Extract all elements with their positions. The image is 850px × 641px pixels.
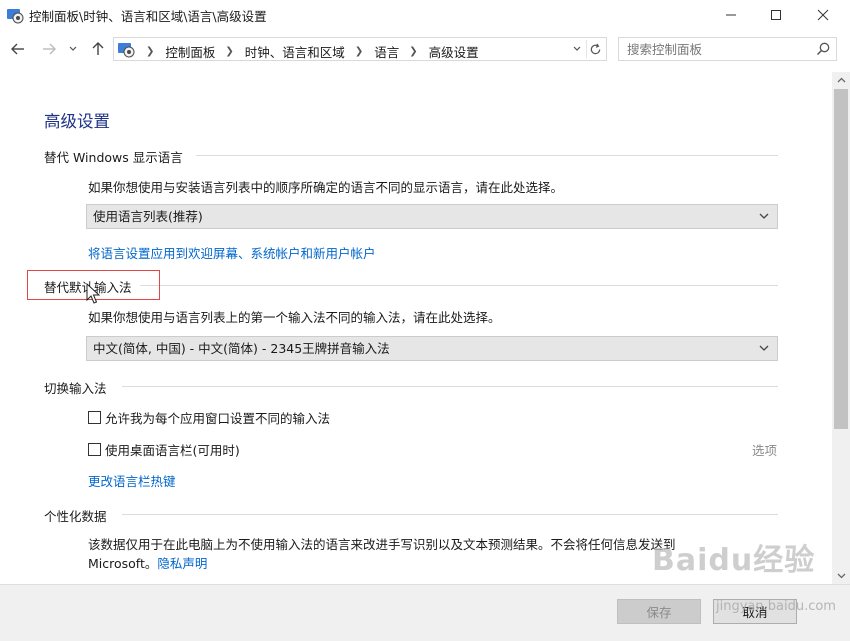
chevron-down-icon: [573, 46, 581, 51]
cancel-button[interactable]: 取消: [713, 599, 797, 624]
change-hotkeys-link[interactable]: 更改语言栏热键: [88, 471, 176, 490]
section-display-language: 替代 Windows 显示语言: [44, 150, 183, 165]
scroll-thumb[interactable]: [834, 89, 848, 429]
up-button[interactable]: [87, 38, 109, 60]
language-bar-label[interactable]: 使用桌面语言栏(可用时): [105, 440, 240, 459]
save-button[interactable]: 保存: [617, 599, 701, 624]
forward-button[interactable]: [38, 38, 60, 60]
per-app-input-checkbox[interactable]: [88, 411, 101, 424]
section-divider: [122, 386, 778, 387]
minimize-button[interactable]: [708, 0, 754, 30]
chevron-up-icon: [837, 77, 845, 83]
privacy-statement-link[interactable]: 隐私声明: [157, 556, 207, 571]
vertical-scrollbar[interactable]: [832, 72, 850, 584]
control-panel-icon: [7, 9, 24, 24]
chevron-right-icon[interactable]: ❯: [225, 46, 233, 57]
navigation-bar: ❯ 控制面板 ❯ 时钟、语言和区域 ❯ 语言 ❯ 高级设置: [0, 34, 850, 64]
chevron-down-icon: [837, 573, 845, 579]
language-bar-options-link[interactable]: 选项: [752, 440, 777, 459]
back-button[interactable]: [7, 38, 29, 60]
advanced-settings-panel: 高级设置 替代 Windows 显示语言 如果你想使用与安装语言列表中的顺序所确…: [0, 72, 832, 584]
page-title: 高级设置: [44, 112, 110, 131]
breadcrumb-language[interactable]: 语言: [374, 42, 399, 61]
dialog-footer: 保存 取消: [0, 584, 850, 641]
mouse-cursor-icon: [86, 283, 100, 304]
chevron-down-icon: [69, 46, 77, 51]
breadcrumb-clock-language-region[interactable]: 时钟、语言和区域: [245, 42, 345, 61]
minimize-icon: [726, 14, 736, 16]
refresh-icon: [590, 43, 601, 54]
display-language-description: 如果你想使用与安装语言列表中的顺序所确定的语言不同的显示语言，请在此处选择。: [88, 180, 564, 195]
title-bar: 控制面板\时钟、语言和区域\语言\高级设置: [0, 0, 850, 30]
maximize-icon: [771, 10, 781, 20]
per-app-input-label[interactable]: 允许我为每个应用窗口设置不同的输入法: [105, 408, 330, 427]
personalization-description-line2: Microsoft。隐私声明: [88, 553, 207, 572]
breadcrumb-advanced-settings[interactable]: 高级设置: [429, 42, 479, 61]
chevron-down-icon: [759, 213, 769, 219]
default-input-select[interactable]: 中文(简体, 中国) - 中文(简体) - 2345王牌拼音输入法: [86, 336, 778, 361]
address-history-button[interactable]: [569, 41, 585, 57]
scroll-up-button[interactable]: [832, 72, 850, 89]
personalization-description: 该数据仅用于在此电脑上为不使用输入法的语言来改进手写识别以及文本预测结果。不会将…: [88, 537, 676, 552]
address-bar[interactable]: ❯ 控制面板 ❯ 时钟、语言和区域 ❯ 语言 ❯ 高级设置: [113, 37, 607, 61]
control-panel-icon: [118, 43, 135, 58]
scroll-down-button[interactable]: [832, 567, 850, 584]
chevron-right-icon[interactable]: ❯: [355, 46, 363, 57]
display-language-selected: 使用语言列表(推荐): [93, 209, 203, 224]
maximize-button[interactable]: [753, 0, 799, 30]
chevron-right-icon[interactable]: ❯: [409, 46, 417, 57]
search-icon[interactable]: [815, 41, 831, 57]
chevron-right-icon[interactable]: ❯: [146, 46, 154, 57]
breadcrumb-control-panel[interactable]: 控制面板: [165, 42, 215, 61]
default-input-selected: 中文(简体, 中国) - 中文(简体) - 2345王牌拼音输入法: [93, 341, 390, 356]
chevron-down-icon: [759, 345, 769, 351]
close-icon: [817, 9, 829, 21]
section-switch-input: 切换输入法: [44, 381, 107, 396]
language-bar-option[interactable]: 使用桌面语言栏(可用时): [88, 440, 240, 459]
section-divider: [122, 514, 778, 515]
refresh-button[interactable]: [586, 40, 604, 58]
display-language-select[interactable]: 使用语言列表(推荐): [86, 204, 778, 229]
microsoft-text: Microsoft。: [88, 556, 158, 571]
per-app-input-option[interactable]: 允许我为每个应用窗口设置不同的输入法: [88, 408, 330, 427]
arrow-up-icon: [92, 42, 104, 55]
language-bar-checkbox[interactable]: [88, 443, 101, 456]
window-title: 控制面板\时钟、语言和区域\语言\高级设置: [29, 9, 267, 24]
search-box[interactable]: [618, 37, 837, 61]
close-button[interactable]: [800, 0, 846, 30]
arrow-right-icon: [43, 43, 56, 55]
recent-locations-button[interactable]: [66, 38, 80, 60]
section-personalization: 个性化数据: [44, 509, 107, 524]
arrow-left-icon: [11, 43, 24, 55]
search-input[interactable]: [619, 38, 809, 60]
section-divider: [196, 155, 778, 156]
breadcrumb: ❯ 控制面板 ❯ 时钟、语言和区域 ❯ 语言 ❯ 高级设置: [138, 42, 479, 61]
default-input-description: 如果你想使用与语言列表上的第一个输入法不同的输入法，请在此处选择。: [88, 310, 501, 325]
apply-to-welcome-screen-link[interactable]: 将语言设置应用到欢迎屏幕、系统帐户和新用户帐户: [88, 243, 376, 262]
section-divider: [140, 285, 778, 286]
